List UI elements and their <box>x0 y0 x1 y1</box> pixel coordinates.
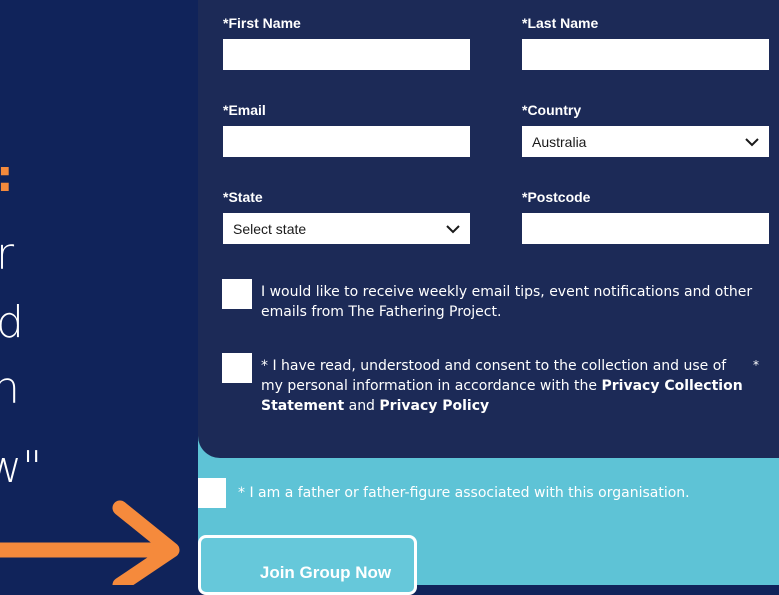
join-group-button[interactable]: Join Group Now <box>198 535 417 595</box>
required-marker: * <box>753 358 759 372</box>
email-input[interactable] <box>223 126 470 157</box>
promo-text-fragment: w" <box>0 442 43 493</box>
first-name-label: *First Name <box>223 15 301 31</box>
chevron-down-icon <box>745 137 759 146</box>
promo-text-fragment: r <box>0 229 15 280</box>
postcode-input[interactable] <box>522 213 769 244</box>
promo-text-fragment: n <box>0 363 20 414</box>
country-selected-value: Australia <box>532 133 587 150</box>
state-selected-value: Select state <box>233 220 307 237</box>
email-consent-checkbox[interactable] <box>222 279 252 309</box>
promo-text-fragment: d <box>0 297 24 348</box>
email-consent-text: I would like to receive weekly email tip… <box>261 284 753 320</box>
chevron-down-icon <box>446 224 460 233</box>
privacy-policy-link[interactable]: Privacy Policy <box>379 398 489 414</box>
country-select[interactable]: Australia <box>522 126 769 157</box>
privacy-consent-checkbox[interactable] <box>222 353 252 383</box>
email-label: *Email <box>223 102 266 118</box>
postcode-label: *Postcode <box>522 189 591 205</box>
last-name-label: *Last Name <box>522 15 599 31</box>
state-label: *State <box>223 189 263 205</box>
privacy-consent-text: * I have read, understood and consent to… <box>261 358 743 414</box>
father-figure-text: * I am a father or father-figure associa… <box>238 485 690 501</box>
promo-text-fragment: : <box>0 155 14 199</box>
father-figure-checkbox[interactable] <box>198 478 226 508</box>
first-name-input[interactable] <box>223 39 470 70</box>
promo-panel: : r d n w" <box>0 0 198 585</box>
arrow-right-icon <box>0 500 180 585</box>
country-label: *Country <box>522 102 582 118</box>
last-name-input[interactable] <box>522 39 769 70</box>
state-select[interactable]: Select state <box>223 213 470 244</box>
